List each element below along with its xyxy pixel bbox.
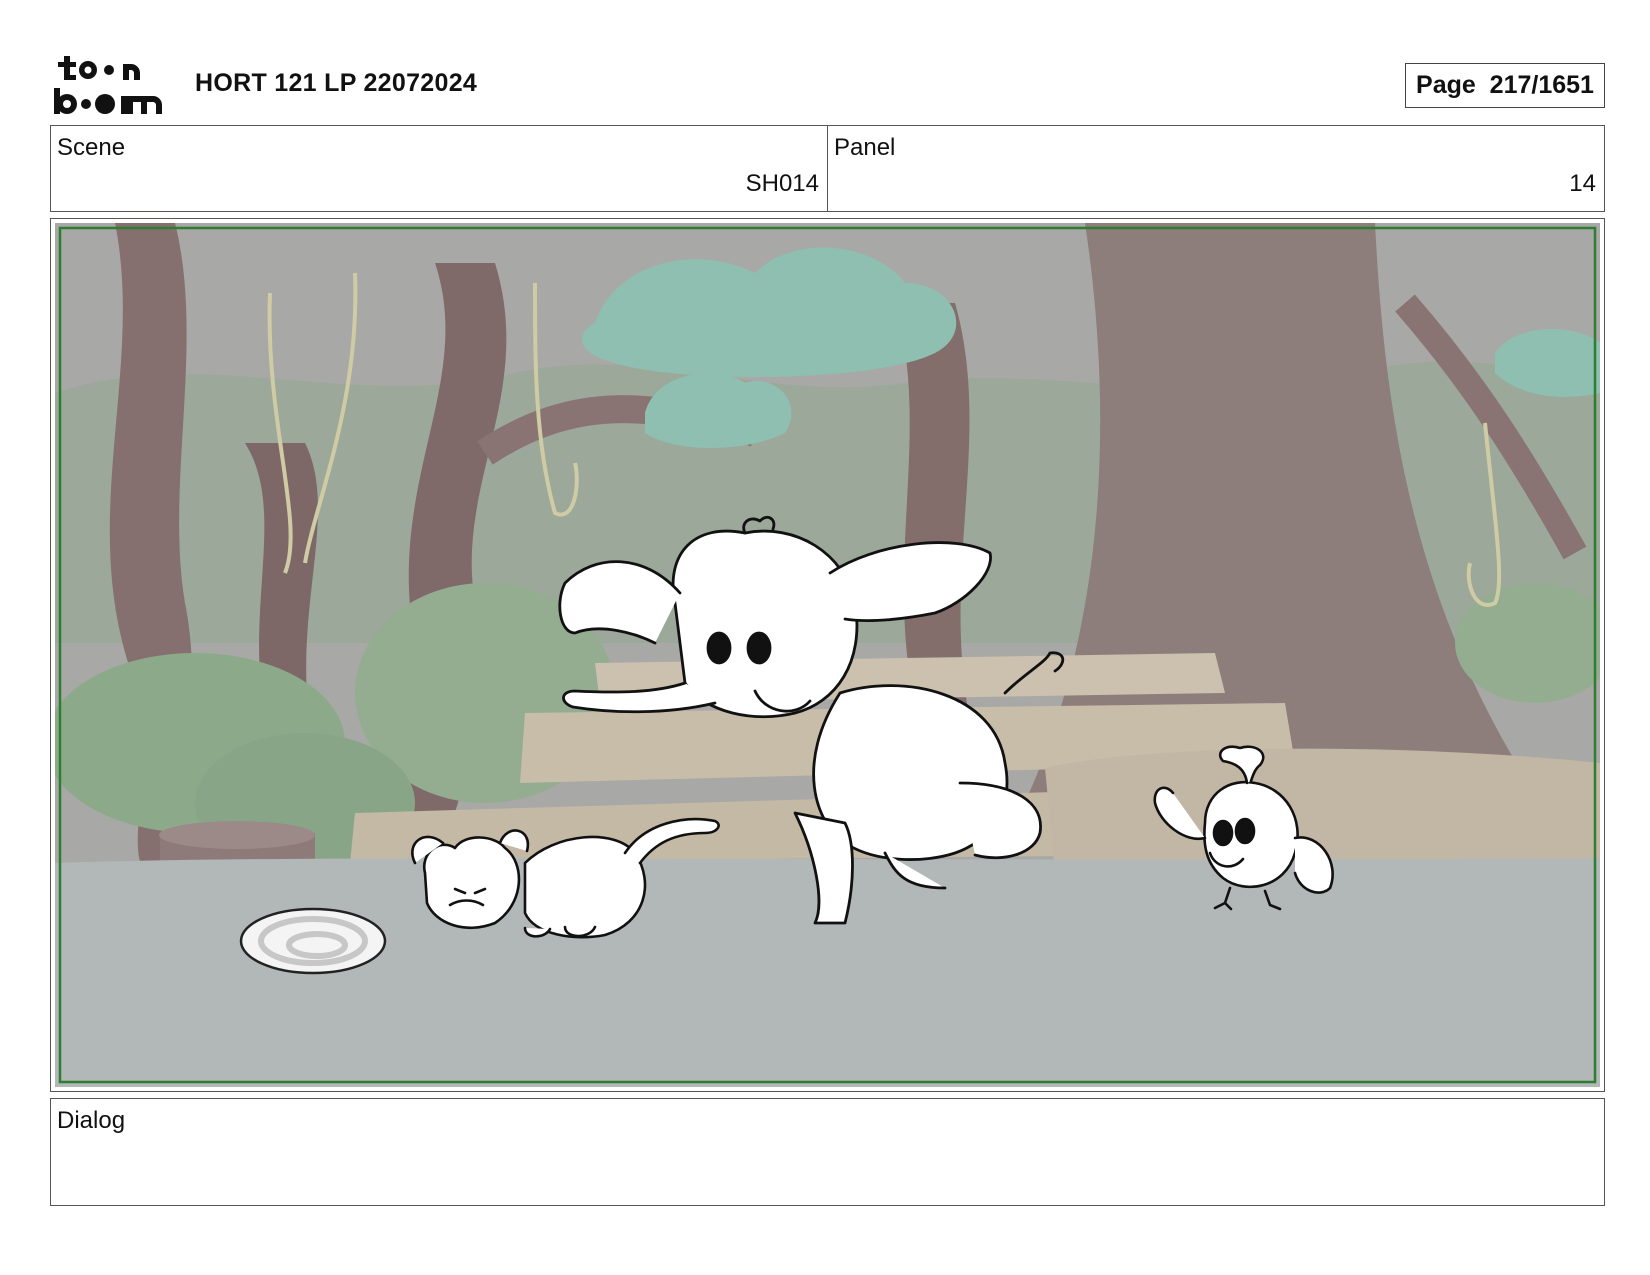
page-indicator: Page 217/1651 <box>1405 63 1605 108</box>
panel-image-frame <box>50 218 1605 1092</box>
scene-label: Scene <box>57 134 126 161</box>
scene-panel-row: Scene SH014 Panel 14 <box>50 125 1605 212</box>
project-title: HORT 121 LP 22072024 <box>195 69 478 97</box>
panel-label: Panel <box>834 134 896 161</box>
dialog-box: Dialog <box>50 1098 1605 1206</box>
dialog-label: Dialog <box>57 1107 126 1134</box>
scene-cell: Scene SH014 <box>51 126 827 211</box>
toon-boom-logo <box>54 56 162 114</box>
scene-value: SH014 <box>745 170 819 197</box>
panel-illustration <box>55 223 1600 1087</box>
storyboard-drawing <box>55 223 1600 1087</box>
panel-cell: Panel 14 <box>827 126 1604 211</box>
storyboard-page: HORT 121 LP 22072024 Page 217/1651 Scene… <box>0 0 1650 1275</box>
panel-value: 14 <box>1569 170 1596 197</box>
spiral-disc <box>239 907 387 975</box>
